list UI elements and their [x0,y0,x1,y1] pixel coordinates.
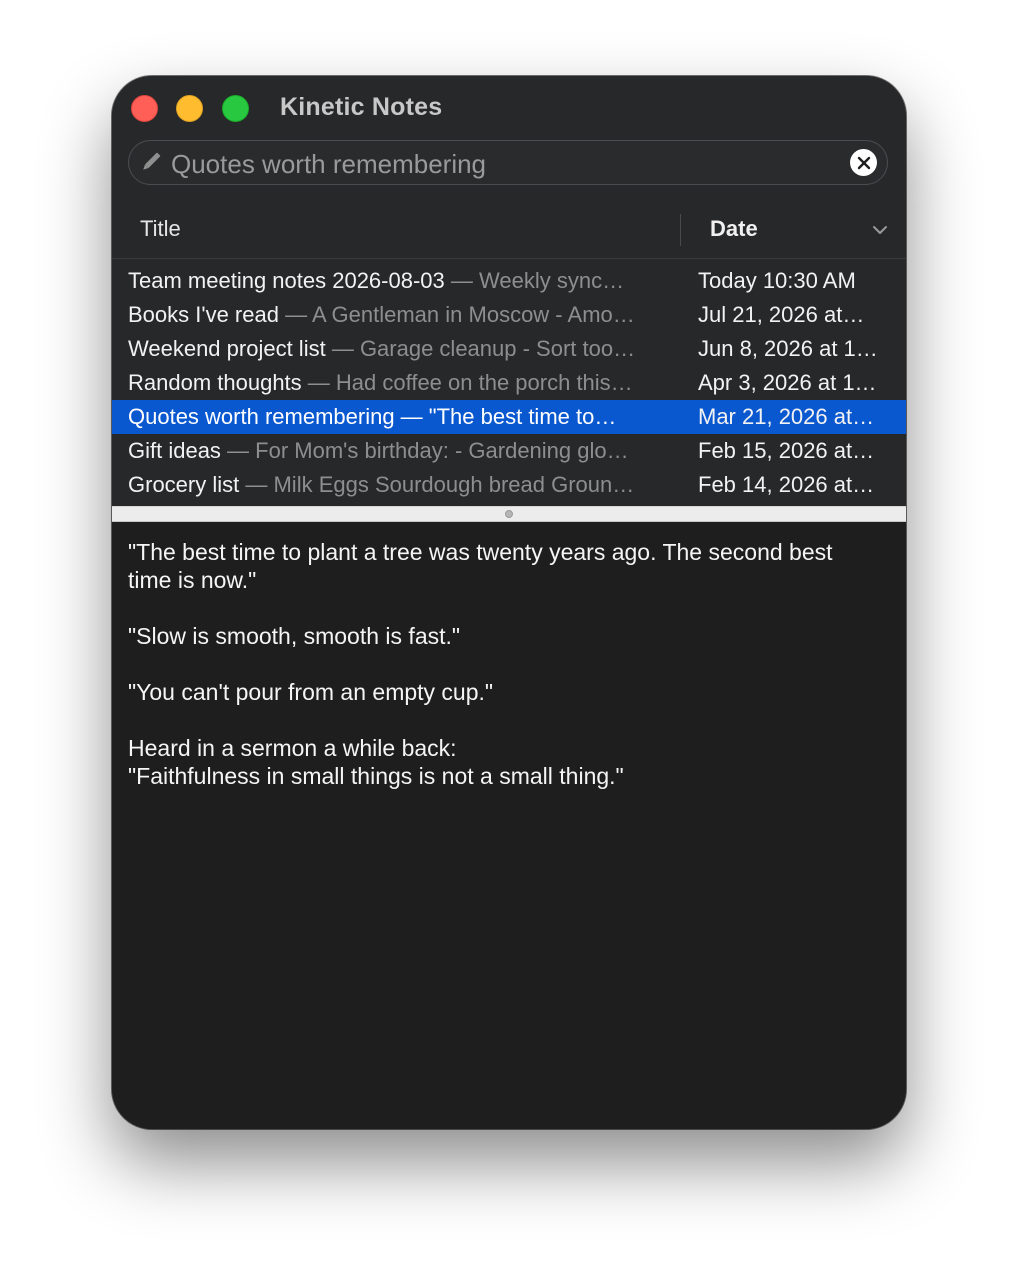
row-title-cell: Random thoughts — Had coffee on the porc… [128,366,668,400]
table-row[interactable]: Weekend project list — Garage cleanup - … [112,332,906,366]
split-view-divider[interactable] [112,506,906,522]
row-title-cell: Gift ideas — For Mom's birthday: - Garde… [128,434,668,468]
note-title: Books I've read [128,302,279,327]
window-close-button[interactable] [131,95,158,122]
note-date: Feb 15, 2026 at… [698,438,875,463]
note-body-text[interactable]: "The best time to plant a tree was twent… [128,538,878,790]
row-title-cell: Quotes worth remembering — "The best tim… [128,400,668,434]
table-row[interactable]: Gift ideas — For Mom's birthday: - Garde… [112,434,906,468]
note-snippet: "The best time to… [428,404,617,429]
note-date: Jun 8, 2026 at 1… [698,336,878,361]
row-title-cell: Team meeting notes 2026-08-03 — Weekly s… [128,264,668,298]
title-separator: — [278,302,312,327]
search-field[interactable]: Quotes worth remembering [128,140,888,185]
column-header-date[interactable]: Date [710,216,758,242]
note-editor[interactable]: "The best time to plant a tree was twent… [112,522,906,1129]
window-zoom-button[interactable] [222,95,249,122]
row-title-cell: Weekend project list — Garage cleanup - … [128,332,668,366]
row-title-cell: Grocery list — Milk Eggs Sourdough bread… [128,468,668,502]
column-header-title[interactable]: Title [140,216,181,242]
table-row[interactable]: Books I've read — A Gentleman in Moscow … [112,298,906,332]
search-input[interactable]: Quotes worth remembering [171,149,486,180]
title-bar: Kinetic Notes Quotes worth remembering [112,76,906,203]
pencil-icon [143,152,161,170]
table-row[interactable]: Grocery list — Milk Eggs Sourdough bread… [112,468,906,502]
window-minimize-button[interactable] [176,95,203,122]
row-title-cell: Books I've read — A Gentleman in Moscow … [128,298,668,332]
close-icon [857,156,870,169]
note-date: Feb 14, 2026 at… [698,472,875,497]
app-window: Kinetic Notes Quotes worth remembering T… [112,76,906,1129]
note-snippet: For Mom's birthday: - Gardening glo… [255,438,629,463]
note-title: Weekend project list [128,336,326,361]
title-separator: — [394,404,429,429]
note-date: Today 10:30 AM [698,268,856,293]
note-title: Grocery list [128,472,240,497]
note-title: Team meeting notes 2026-08-03 [128,268,445,293]
table-row-selected[interactable]: Quotes worth remembering — "The best tim… [112,400,906,434]
note-snippet: Had coffee on the porch this… [335,370,633,395]
chevron-down-icon[interactable] [872,224,888,236]
list-header: Title Date [112,202,906,259]
note-snippet: Garage cleanup - Sort too… [359,336,636,361]
note-date: Mar 21, 2026 at… [698,404,875,429]
note-title: Random thoughts [128,370,302,395]
note-date: Jul 21, 2026 at… [698,302,865,327]
table-row[interactable]: Random thoughts — Had coffee on the porc… [112,366,906,400]
note-title: Quotes worth remembering [128,404,395,429]
note-date: Apr 3, 2026 at 1… [698,370,877,395]
note-snippet: Weekly sync… [479,268,625,293]
note-title: Gift ideas [128,438,221,463]
note-snippet: Milk Eggs Sourdough bread Groun… [273,472,635,497]
title-separator: — [444,268,479,293]
note-snippet: A Gentleman in Moscow - Amo… [311,302,635,327]
table-row[interactable]: Team meeting notes 2026-08-03 — Weekly s… [112,264,906,298]
title-separator: — [301,370,336,395]
title-separator: — [220,438,256,463]
column-separator[interactable] [680,214,681,246]
title-separator: — [239,472,274,497]
divider-grip-handle[interactable] [505,510,513,518]
clear-search-button[interactable] [850,149,877,176]
app-title: Kinetic Notes [280,93,443,121]
title-separator: — [325,336,360,361]
notes-list: Title Date Team meeting notes 2026-08-03… [112,202,906,506]
